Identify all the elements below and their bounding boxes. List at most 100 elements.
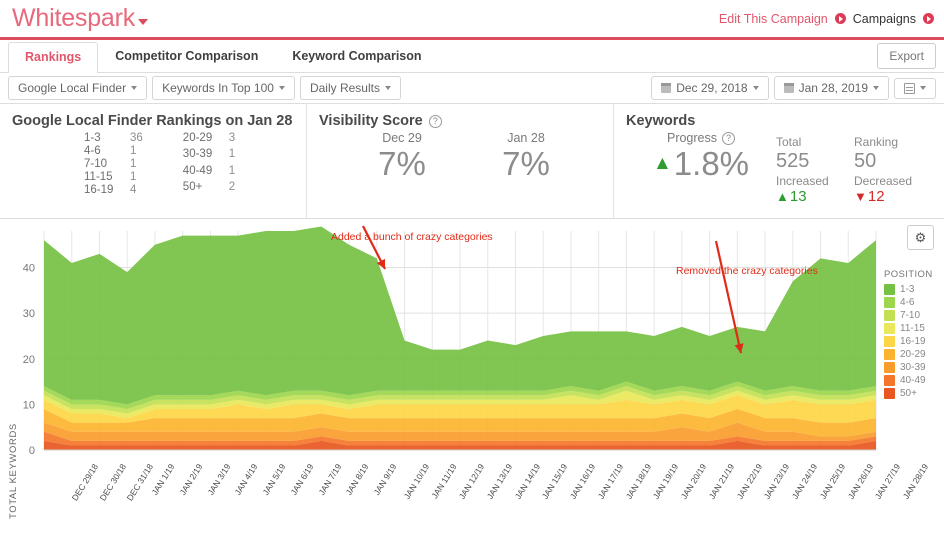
progress-value: 1.8% [674,145,749,183]
legend-label: 1-3 [900,284,914,295]
legend-label: 20-29 [900,349,926,360]
rankings-panel-title: Google Local Finder Rankings on Jan 28 [12,113,294,129]
ranking-count: 1 [130,171,143,183]
ranking-value: 50 [854,149,932,174]
legend-label: 7-10 [900,310,920,321]
rankings-panel: Google Local Finder Rankings on Jan 28 1… [0,104,306,218]
play-circle-icon[interactable] [923,13,934,24]
legend-label: 30-39 [900,362,926,373]
edit-campaign-link[interactable]: Edit This Campaign [719,12,828,26]
total-label: Total [776,135,854,149]
search-engine-dropdown[interactable]: Google Local Finder [8,76,147,100]
keywords-filter-dropdown[interactable]: Keywords In Top 100 [152,76,295,100]
visibility-item: Dec 297% [357,131,447,183]
legend-swatch [884,388,895,399]
legend-swatch [884,284,895,295]
svg-text:10: 10 [23,399,35,411]
annotation-removed-categories: Removed the crazy categories [676,265,818,277]
legend-item[interactable]: 16-19 [884,336,944,347]
tab-competitor-comparison[interactable]: Competitor Comparison [98,41,275,72]
progress-label-row: Progress ? [626,131,776,145]
svg-text:0: 0 [29,445,35,457]
legend-label: 50+ [900,388,917,399]
tab-keyword-comparison[interactable]: Keyword Comparison [275,41,438,72]
summary-panels: Google Local Finder Rankings on Jan 28 1… [0,104,944,219]
chart-legend: POSITION 1-3 4-6 7-10 11-15 16-19 20-29 30-39 4… [884,269,944,401]
keywords-stats-grid: Total Ranking 525 50 Increased Decreased… [776,135,932,207]
legend-item[interactable]: 40-49 [884,375,944,386]
legend-swatch [884,362,895,373]
campaigns-link[interactable]: Campaigns [853,12,916,26]
ranking-range: 40-49 [183,165,229,180]
ranking-count: 4 [130,184,143,196]
legend-item[interactable]: 1-3 [884,284,944,295]
tab-bar: Rankings Competitor Comparison Keyword C… [0,40,944,73]
legend-label: 4-6 [900,297,914,308]
decreased-value-row: ▼ 12 [854,188,932,207]
calendar-icon [661,83,671,93]
keywords-panel-title: Keywords [626,113,932,129]
svg-text:40: 40 [23,263,35,275]
visibility-date: Jan 28 [481,131,571,145]
total-value: 525 [776,149,854,174]
brand-label: Whitespark [12,6,135,31]
chevron-down-icon [873,86,879,90]
svg-text:30: 30 [23,308,35,320]
rankings-chart-card: ⚙ TOTAL KEYWORDS 010203040 DEC 29/18DEC … [0,219,944,512]
visibility-title-label: Visibility Score [319,113,423,129]
legend-item[interactable]: 20-29 [884,349,944,360]
top-bar-right: Edit This Campaign Campaigns [719,12,934,26]
legend-title: POSITION [884,269,944,280]
visibility-score: 7% [481,145,571,183]
filter-bar: Google Local Finder Keywords In Top 100 … [0,73,944,104]
ranking-range: 30-39 [183,148,229,163]
svg-text:20: 20 [23,354,35,366]
legend-swatch [884,323,895,334]
tab-rankings[interactable]: Rankings [8,42,98,73]
view-options-dropdown[interactable] [894,78,936,99]
export-button[interactable]: Export [877,43,936,69]
help-icon[interactable]: ? [722,132,735,145]
legend-label: 11-15 [900,323,925,334]
search-engine-label: Google Local Finder [18,81,126,95]
legend-item[interactable]: 7-10 [884,310,944,321]
legend-swatch [884,297,895,308]
chevron-down-icon[interactable] [138,19,148,25]
ranking-count: 1 [130,145,143,157]
play-circle-icon[interactable] [835,13,846,24]
decreased-value: 12 [868,188,885,207]
keywords-progress: Progress ? ▲ 1.8% [626,131,776,207]
rankings-column-1: 1-3364-617-10111-15116-194 [84,132,143,196]
legend-label: 16-19 [900,336,926,347]
ranking-range: 1-3 [84,132,130,144]
ranking-count: 1 [229,165,235,180]
legend-item[interactable]: 11-15 [884,323,944,334]
ranking-count: 1 [130,158,143,170]
legend-item[interactable]: 4-6 [884,297,944,308]
rankings-column-2: 20-29330-39140-49150+2 [183,132,235,196]
chevron-down-icon [753,86,759,90]
visibility-panel-title: Visibility Score ? [319,113,601,129]
results-interval-label: Daily Results [310,81,380,95]
ranking-count: 36 [130,132,143,144]
increased-value-row: ▲ 13 [776,188,854,207]
date-to-picker[interactable]: Jan 28, 2019 [774,76,889,100]
legend-swatch [884,336,895,347]
help-icon[interactable]: ? [429,115,442,128]
ranking-range: 7-10 [84,158,130,170]
legend-item[interactable]: 50+ [884,388,944,399]
annotation-added-categories: Added a bunch of crazy categories [331,231,493,243]
legend-swatch [884,310,895,321]
brand-logo[interactable]: Whitespark [12,6,148,31]
keywords-panel: Keywords Progress ? ▲ 1.8% Total Ranking… [613,104,944,218]
increased-label: Increased [776,174,854,188]
visibility-panel: Visibility Score ? Dec 297%Jan 287% [306,104,613,218]
increased-value: 13 [790,188,807,207]
gear-icon[interactable]: ⚙ [907,225,934,250]
legend-item[interactable]: 30-39 [884,362,944,373]
top-bar: Whitespark Edit This Campaign Campaigns [0,0,944,40]
visibility-score: 7% [357,145,447,183]
results-interval-dropdown[interactable]: Daily Results [300,76,401,100]
date-controls: Dec 29, 2018 Jan 28, 2019 [651,76,936,100]
date-from-picker[interactable]: Dec 29, 2018 [651,76,768,100]
